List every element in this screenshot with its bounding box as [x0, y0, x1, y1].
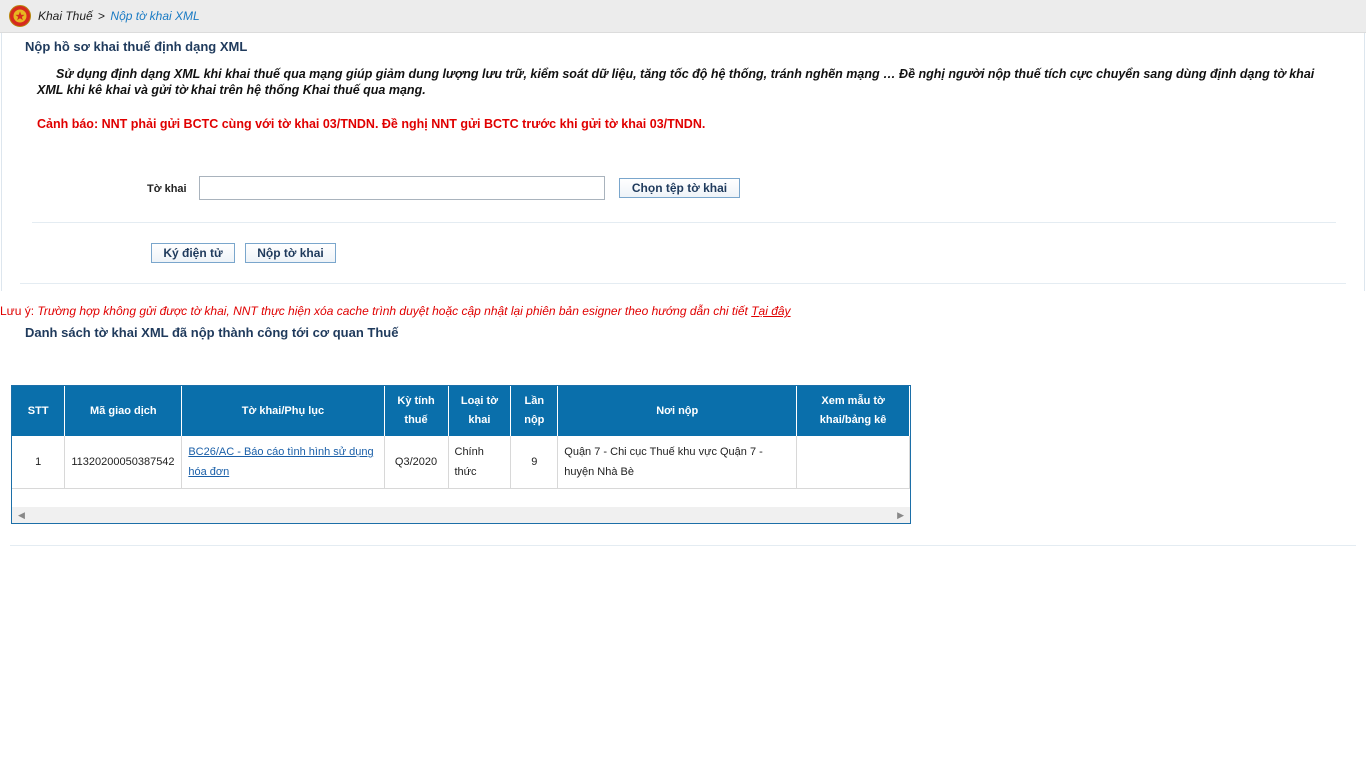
submissions-table: STT Mã giao dịch Tờ khai/Phụ lục Kỳ tính…: [12, 386, 910, 489]
scroll-right-icon[interactable]: ▶: [897, 510, 904, 521]
submissions-table-container: STT Mã giao dịch Tờ khai/Phụ lục Kỳ tính…: [11, 385, 911, 524]
panel-border-right: [1364, 33, 1365, 291]
cell-stt: 1: [12, 436, 66, 489]
header-office: Nơi nộp: [557, 386, 798, 436]
file-label: Tờ khai: [147, 183, 187, 195]
cell-count: 9: [510, 436, 559, 489]
header-view: Xem mẫu tờ khai/bảng kê: [796, 386, 910, 436]
header-count: Lần nộp: [510, 386, 559, 436]
cell-period: Q3/2020: [384, 436, 449, 489]
scroll-left-icon[interactable]: ◀: [18, 510, 25, 521]
upload-section-title: Nộp hồ sơ khai thuế định dạng XML: [25, 39, 248, 54]
header-stt: STT: [12, 386, 66, 436]
cell-office: Quận 7 - Chi cục Thuế khu vực Quận 7 - h…: [557, 436, 798, 489]
note: Lưu ý: Trường hợp không gửi được tờ khai…: [0, 304, 791, 318]
cell-view[interactable]: [796, 436, 910, 489]
header-form: Tờ khai/Phụ lục: [181, 386, 385, 436]
note-prefix: Lưu ý:: [0, 304, 38, 318]
horizontal-scrollbar[interactable]: ◀ ▶: [12, 507, 910, 523]
table-header-row: STT Mã giao dịch Tờ khai/Phụ lục Kỳ tính…: [12, 386, 910, 436]
choose-file-button[interactable]: Chọn tệp tờ khai: [619, 178, 740, 198]
panel-border-left: [1, 33, 2, 291]
bottom-divider: [10, 545, 1356, 546]
intro-text: Sử dụng định dạng XML khi khai thuế qua …: [37, 67, 1315, 97]
section-divider: [20, 283, 1346, 284]
breadcrumb-separator: >: [98, 9, 106, 23]
header-type: Loại tờ khai: [448, 386, 512, 436]
header-transaction-id: Mã giao dịch: [64, 386, 183, 436]
table-row: 1 11320200050387542 BC26/AC - Báo cáo tì…: [12, 436, 910, 489]
national-emblem-icon: [9, 5, 31, 27]
cell-form: BC26/AC - Báo cáo tình hình sử dụng hóa …: [181, 436, 385, 489]
cell-type: Chính thức: [448, 436, 512, 489]
sign-button[interactable]: Ký điện tử: [151, 243, 235, 263]
cell-transaction-id: 11320200050387542: [64, 436, 183, 489]
form-divider: [32, 222, 1336, 223]
top-bar: Khai Thuế > Nộp tờ khai XML: [0, 0, 1366, 33]
bctc-warning: Cảnh báo: NNT phải gửi BCTC cùng với tờ …: [37, 117, 706, 131]
breadcrumb-parent[interactable]: Khai Thuế: [38, 9, 93, 23]
breadcrumb-current: Nộp tờ khai XML: [110, 9, 200, 23]
file-path-field[interactable]: [199, 176, 605, 200]
form-link[interactable]: BC26/AC - Báo cáo tình hình sử dụng hóa …: [188, 446, 373, 478]
list-section-title: Danh sách tờ khai XML đã nộp thành công …: [25, 325, 399, 340]
header-period: Kỳ tính thuế: [384, 386, 449, 436]
breadcrumb: Khai Thuế > Nộp tờ khai XML: [38, 9, 200, 23]
submit-button[interactable]: Nộp tờ khai: [245, 243, 336, 263]
note-text: Trường hợp không gửi được tờ khai, NNT t…: [37, 304, 752, 318]
note-link[interactable]: Tại đây: [751, 304, 790, 318]
